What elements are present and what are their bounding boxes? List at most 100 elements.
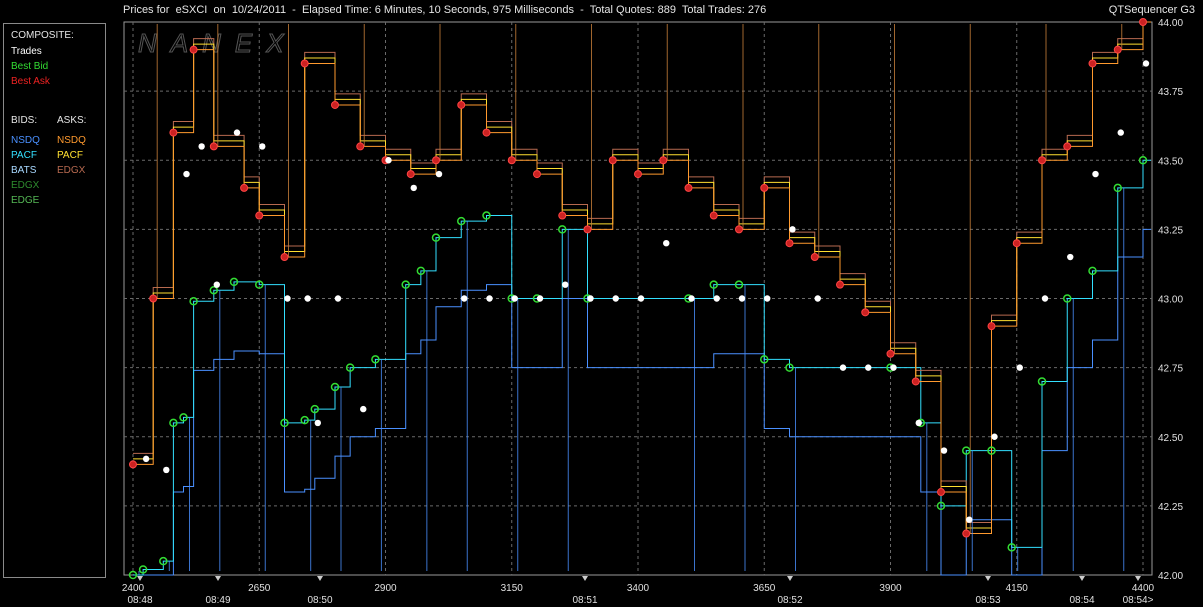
series-line-nsdq-ask: [133, 21, 1151, 535]
best-ask-point: [457, 100, 466, 109]
trade-point: [1117, 129, 1124, 136]
best-ask-point: [406, 170, 415, 179]
trade-point: [233, 129, 241, 136]
x-tick-label: 3900: [879, 583, 902, 594]
trade-point: [511, 295, 518, 302]
trade-point: [1067, 253, 1074, 261]
time-label: 08:48: [127, 595, 152, 606]
time-marker: [787, 576, 793, 581]
y-tick-label: 44.00: [1158, 18, 1183, 29]
y-tick-label: 43.00: [1158, 295, 1183, 306]
time-marker: [1135, 576, 1141, 581]
trade-point: [688, 295, 695, 302]
trade-point: [814, 295, 821, 302]
x-tick-label: 2900: [374, 583, 397, 594]
y-tick-label: 43.25: [1158, 225, 1183, 236]
best-ask-point: [1088, 59, 1097, 68]
best-ask-point: [209, 142, 218, 151]
x-tick-label: 2400: [122, 583, 145, 594]
trade-point: [198, 143, 205, 150]
trade-point: [839, 364, 847, 371]
time-marker: [317, 576, 323, 581]
trade-point: [1016, 364, 1023, 371]
best-ask-point: [937, 488, 945, 497]
best-ask-point: [356, 142, 365, 151]
trade-point: [435, 170, 443, 178]
trade-point: [183, 170, 190, 178]
trade-point: [1142, 60, 1150, 67]
trade-point: [637, 295, 645, 302]
y-tick-label: 42.00: [1158, 571, 1183, 582]
best-ask-point: [432, 156, 440, 165]
best-ask-point: [1012, 239, 1021, 248]
time-label: 08:54: [1069, 595, 1094, 606]
trade-point: [360, 405, 367, 413]
series-line-edgx-ask: [133, 21, 1151, 523]
trade-point: [1041, 295, 1049, 302]
best-ask-point: [760, 183, 769, 192]
trade-point: [713, 295, 720, 302]
trade-point: [789, 226, 796, 233]
best-ask-point: [129, 460, 137, 469]
trade-point: [915, 419, 922, 427]
best-ask-point: [189, 45, 198, 54]
trade-point: [890, 364, 897, 371]
best-ask-point: [684, 183, 693, 192]
best-ask-point: [1139, 18, 1147, 26]
time-marker: [582, 576, 588, 581]
trade-point: [612, 295, 619, 302]
time-label: 08:52: [777, 595, 802, 606]
best-ask-point: [583, 225, 592, 234]
trade-point: [966, 516, 973, 523]
trade-point: [587, 295, 594, 302]
x-tick-label: 3150: [501, 583, 524, 594]
trade-point: [284, 295, 291, 302]
trade-point: [163, 466, 170, 474]
best-ask-point: [911, 377, 920, 386]
x-tick-label: 3650: [753, 583, 776, 594]
time-label: 08:53: [975, 595, 1000, 606]
best-ask-point: [149, 294, 158, 303]
best-ask-point: [331, 100, 339, 109]
best-ask-point: [861, 308, 870, 317]
time-marker: [137, 576, 143, 581]
price-chart: NANEX 44.0043.7543.5043.2543.0042.7542.5…: [122, 18, 1183, 606]
trade-point: [663, 240, 670, 247]
time-marker: [985, 576, 991, 581]
x-tick-label: 4400: [1132, 583, 1155, 594]
trade-point: [259, 143, 266, 150]
best-ask-point: [169, 128, 178, 137]
trade-point: [314, 419, 321, 427]
x-tick-label: 4150: [1006, 583, 1029, 594]
trade-point: [142, 455, 150, 463]
trade-point: [385, 157, 392, 164]
trade-point: [1092, 170, 1099, 178]
trade-point: [410, 184, 417, 192]
trade-point: [865, 364, 872, 371]
best-ask-point: [709, 211, 718, 220]
y-tick-label: 42.50: [1158, 433, 1183, 444]
trade-point: [486, 295, 493, 302]
trade-point: [213, 281, 220, 288]
trade-point: [461, 295, 468, 302]
best-ask-point: [507, 156, 516, 165]
best-ask-point: [836, 280, 844, 289]
x-tick-label: 2650: [248, 583, 271, 594]
time-label: 08:51: [572, 595, 597, 606]
best-ask-point: [987, 322, 996, 331]
x-tick-label: 3400: [627, 583, 650, 594]
best-ask-point: [1038, 156, 1046, 165]
best-ask-point: [810, 253, 819, 262]
best-ask-point: [886, 349, 895, 358]
time-label: 08:49: [205, 595, 230, 606]
y-tick-label: 42.75: [1158, 364, 1183, 375]
trade-point: [536, 295, 544, 302]
trade-point: [764, 295, 771, 302]
trade-point: [304, 295, 311, 302]
best-ask-point: [482, 128, 491, 137]
best-ask-point: [280, 253, 289, 262]
best-ask-point: [634, 170, 642, 179]
trade-point: [940, 447, 948, 454]
best-ask-point: [533, 170, 541, 179]
best-ask-point: [255, 211, 264, 220]
